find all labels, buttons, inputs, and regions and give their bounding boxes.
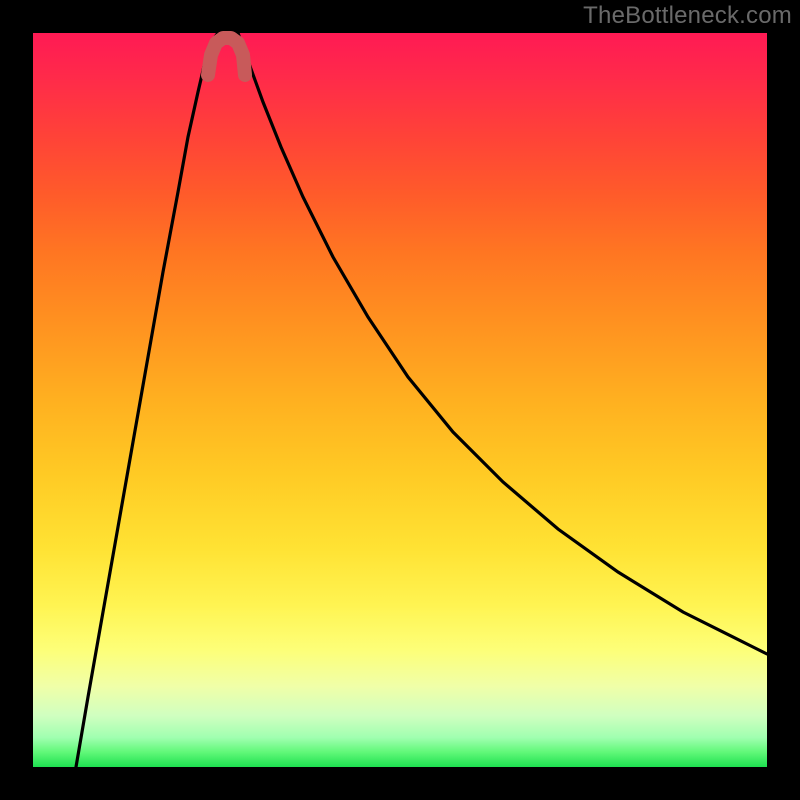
chart-frame: TheBottleneck.com: [0, 0, 800, 800]
watermark-text: TheBottleneck.com: [583, 2, 792, 30]
curve-left-branch: [76, 33, 218, 767]
curve-right-branch: [238, 33, 767, 654]
trough-marker: [208, 38, 245, 75]
curve-svg: [33, 33, 767, 767]
plot-area: [33, 33, 767, 767]
